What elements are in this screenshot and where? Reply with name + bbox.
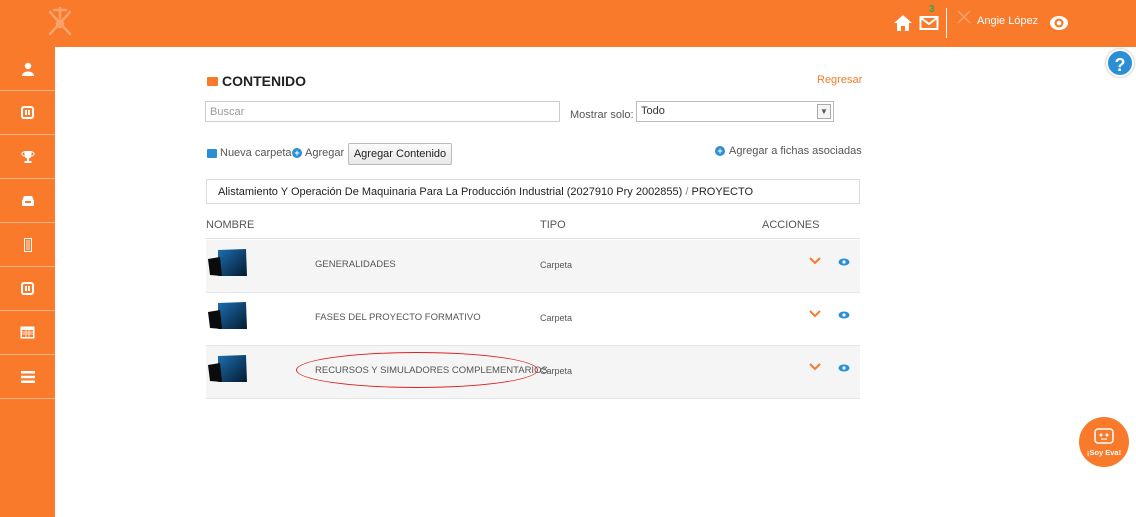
- folder-icon: [208, 355, 247, 382]
- filter-select[interactable]: Todo ▼: [636, 101, 834, 122]
- add-to-associated-link[interactable]: + Agregar a fichas asociadas: [715, 145, 862, 157]
- avatar[interactable]: [955, 8, 973, 26]
- trophy-icon: [20, 150, 35, 163]
- chevron-down-icon[interactable]: [809, 362, 821, 371]
- column-header-type: TIPO: [540, 219, 566, 231]
- chevron-down-icon[interactable]: [809, 309, 821, 318]
- column-header-name: NOMBRE: [206, 219, 255, 231]
- folder-icon: [208, 249, 247, 276]
- menu-icon: [20, 370, 35, 383]
- folder-icon: [208, 302, 247, 329]
- card-icon: [21, 106, 34, 119]
- mail-icon[interactable]: [919, 13, 939, 31]
- table-header: NOMBRE TIPO ACCIONES: [206, 219, 860, 239]
- column-header-actions: ACCIONES: [762, 219, 820, 231]
- chevron-down-icon[interactable]: ▼: [817, 104, 831, 119]
- plus-circle-icon: +: [292, 148, 302, 158]
- breadcrumb-current: PROYECTO: [691, 186, 754, 198]
- folder-icon: [207, 76, 218, 86]
- sidebar: [0, 47, 55, 517]
- sidebar-item-inbox[interactable]: [0, 179, 55, 223]
- user-icon: [21, 62, 34, 76]
- row-type: Carpeta: [540, 366, 573, 376]
- sidebar-item-calendar[interactable]: [0, 311, 55, 355]
- add-link[interactable]: + Agregar: [292, 147, 344, 159]
- sidebar-item-menu[interactable]: [0, 355, 55, 399]
- filter-label: Mostrar solo:: [570, 109, 634, 121]
- home-icon[interactable]: [893, 14, 913, 32]
- row-name[interactable]: FASES DEL PROYECTO FORMATIVO: [315, 312, 481, 323]
- back-link[interactable]: Regresar: [817, 74, 862, 86]
- plus-circle-icon: +: [715, 146, 725, 156]
- add-to-associated-label: Agregar a fichas asociadas: [729, 145, 862, 157]
- add-label: Agregar: [305, 147, 345, 159]
- top-bar: 3 Angie López: [0, 0, 1136, 47]
- table-row[interactable]: FASES DEL PROYECTO FORMATIVO Carpeta: [206, 293, 860, 346]
- sidebar-item-profile[interactable]: [0, 47, 55, 91]
- eye-icon[interactable]: [1048, 14, 1070, 32]
- eye-icon[interactable]: [838, 311, 850, 319]
- eva-label: ¡Soy Eva!: [1086, 448, 1122, 457]
- filter-value: Todo: [641, 105, 665, 117]
- breadcrumb-separator: /: [682, 186, 692, 198]
- eye-icon[interactable]: [838, 364, 850, 372]
- sidebar-item-card-2[interactable]: [0, 267, 55, 311]
- page-title: CONTENIDO: [207, 73, 306, 89]
- text-doc-icon: [23, 237, 32, 252]
- annotation-ellipse: [296, 352, 538, 388]
- chevron-down-icon[interactable]: [809, 256, 821, 265]
- table-row[interactable]: GENERALIDADES Carpeta: [206, 240, 860, 293]
- calendar-icon: [20, 326, 35, 339]
- robot-face-icon: [1094, 428, 1114, 444]
- add-content-button[interactable]: Agregar Contenido: [348, 143, 452, 165]
- breadcrumb-course[interactable]: Alistamiento Y Operación De Maquinaria P…: [218, 186, 682, 198]
- sena-logo-icon: [48, 6, 72, 36]
- page-title-label: CONTENIDO: [222, 73, 306, 89]
- eye-icon[interactable]: [838, 258, 850, 266]
- user-name[interactable]: Angie López: [977, 15, 1038, 27]
- row-name[interactable]: GENERALIDADES: [315, 259, 396, 270]
- row-type: Carpeta: [540, 260, 573, 270]
- eva-assistant-button[interactable]: ¡Soy Eva!: [1079, 417, 1129, 467]
- new-folder-link[interactable]: Nueva carpeta: [207, 147, 292, 159]
- card-icon: [21, 282, 34, 295]
- sidebar-item-achievements[interactable]: [0, 135, 55, 179]
- new-folder-icon: [207, 148, 217, 158]
- search-input[interactable]: [205, 101, 560, 122]
- sidebar-item-card[interactable]: [0, 91, 55, 135]
- inbox-icon: [21, 195, 34, 206]
- new-folder-label: Nueva carpeta: [220, 147, 292, 159]
- topbar-divider: [946, 8, 947, 38]
- sidebar-item-documents[interactable]: [0, 223, 55, 267]
- mail-count-badge: 3: [929, 4, 935, 15]
- breadcrumb: Alistamiento Y Operación De Maquinaria P…: [206, 179, 860, 204]
- help-button[interactable]: ?: [1106, 49, 1134, 77]
- row-type: Carpeta: [540, 313, 573, 323]
